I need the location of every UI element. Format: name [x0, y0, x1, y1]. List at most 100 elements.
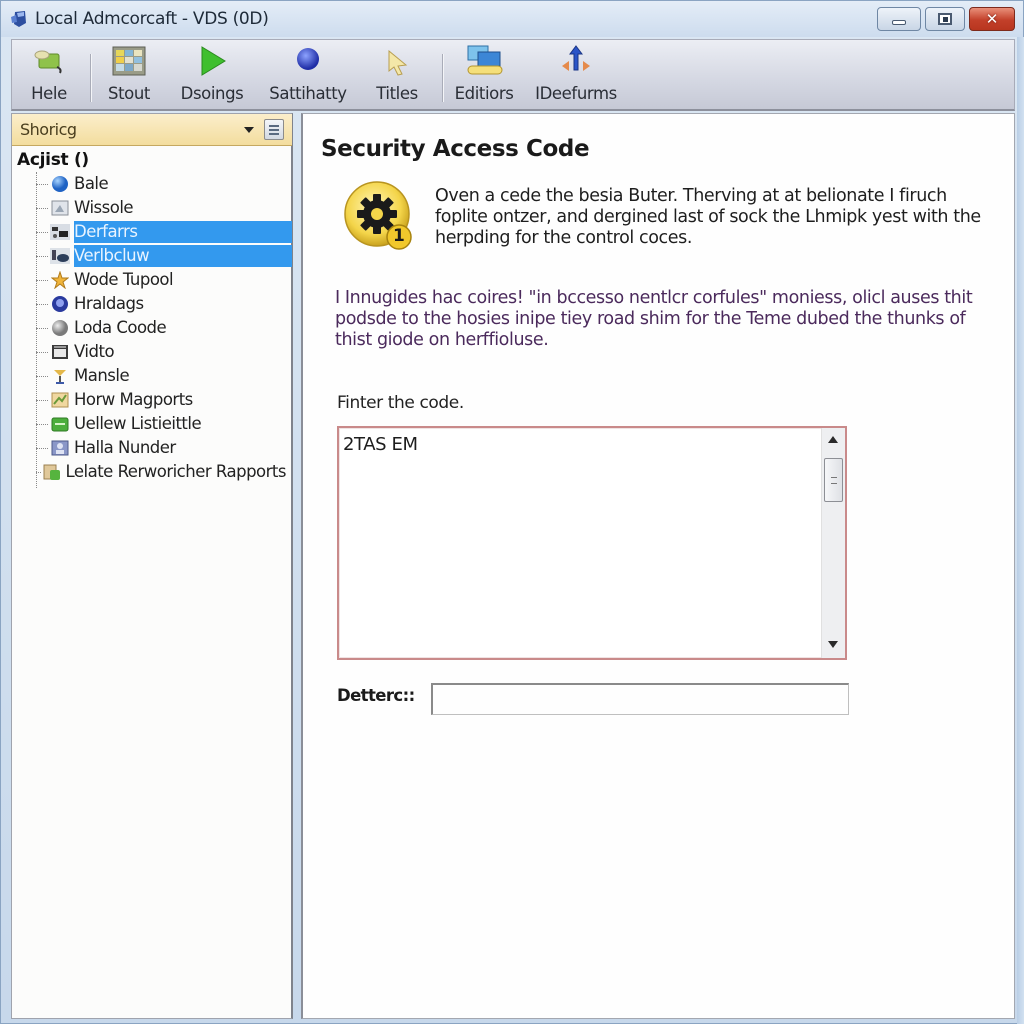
tree-connector [36, 207, 48, 209]
tools-icon [50, 222, 70, 242]
sphere-icon [50, 174, 70, 194]
scrollbar-thumb[interactable] [824, 458, 843, 502]
detect-field-label: Detterc:: [337, 686, 415, 705]
toolbar-label: Stout [108, 84, 150, 103]
toolbar-separator [442, 54, 443, 102]
arrows-icon [556, 44, 596, 78]
code-textarea[interactable]: 2TAS EM [337, 426, 847, 660]
tree-item-label: Wode Tupool [74, 270, 174, 289]
tree-connector [36, 303, 48, 305]
window-icon [50, 198, 70, 218]
detect-input[interactable] [431, 683, 849, 715]
video-icon [50, 342, 70, 362]
camera-icon [50, 246, 70, 266]
title-bar[interactable]: Local Admcorcaft - VDS (0D) ✕ [1, 1, 1023, 37]
tree-item-verlbcluw[interactable]: Verlbcluw [36, 244, 292, 268]
tree-item-horw-magports[interactable]: Horw Magports [36, 388, 292, 412]
tree-item-uellew-listieittle[interactable]: Uellew Listieittle [36, 412, 292, 436]
main-content: Security Access Code 1 Oven a cede the b… [301, 113, 1015, 1019]
tree-item-mansle[interactable]: Mansle [36, 364, 292, 388]
menu-icon-line [269, 132, 279, 135]
toolbar-button-help[interactable]: Hele [24, 44, 74, 108]
grip-line [830, 482, 837, 484]
tree-connector [36, 399, 48, 401]
menu-icon [269, 124, 279, 127]
monitor-icon [464, 44, 504, 78]
minimize-button[interactable] [877, 7, 921, 31]
code-field-label: Finter the code. [337, 393, 464, 413]
tree-item-label: Bale [74, 174, 109, 193]
close-icon: ✕ [985, 10, 999, 28]
tree-connector [36, 351, 48, 353]
play-icon [192, 44, 232, 78]
tree-item-wissole[interactable]: Wissole [36, 196, 292, 220]
globe-icon [288, 44, 328, 78]
gear-badge-icon: 1 [341, 178, 417, 254]
menu-icon-line [269, 128, 279, 131]
user-icon [50, 438, 70, 458]
page-title: Security Access Code [321, 136, 590, 162]
tree-connector [36, 231, 48, 233]
toolbar-label: IDeefurms [535, 84, 617, 103]
tree-item-bale[interactable]: Bale [36, 172, 292, 196]
tree-item-label: Halla Nunder [74, 438, 176, 457]
star-icon [50, 270, 70, 290]
tree-item-label: Derfarrs [74, 221, 292, 243]
tree-item-label: Uellew Listieittle [74, 414, 202, 433]
vertical-scrollbar[interactable] [821, 428, 845, 658]
tree-item-label: Loda Coode [74, 318, 167, 337]
maximize-icon [938, 13, 952, 25]
tree-connector [36, 375, 48, 377]
panel-options-button[interactable] [264, 119, 284, 140]
help-icon [29, 44, 69, 78]
intro-text: Oven a cede the besia Buter. Therving at… [435, 186, 981, 248]
tree-item-derfarrs[interactable]: Derfarrs [36, 220, 292, 244]
tree-connector [36, 183, 48, 185]
tree-item-label: Wissole [74, 198, 134, 217]
tree-connector [36, 279, 48, 281]
grid-icon [109, 44, 149, 78]
tree-root[interactable]: Acjist () [17, 150, 89, 170]
tree-item-loda-coode[interactable]: Loda Coode [36, 316, 292, 340]
tree-item-label: Mansle [74, 366, 130, 385]
tree-item-halla-nunder[interactable]: Halla Nunder [36, 436, 292, 460]
view-dropdown[interactable]: Shoricg [12, 114, 292, 146]
app-window: Local Admcorcaft - VDS (0D) ✕ Hele Stout… [0, 0, 1024, 1024]
tree-connector [36, 327, 48, 329]
dropdown-selected-value: Shoricg [20, 120, 77, 139]
toolbar-label: Dsoings [180, 84, 244, 103]
tree-connector [36, 471, 42, 473]
tree-item-label: Horw Magports [74, 390, 193, 409]
toolbar-button-dsoings[interactable]: Dsoings [180, 44, 244, 108]
tree-item-lelate-rerworicher-rapports[interactable]: Lelate Rerworicher Rapports [36, 460, 292, 484]
chart-icon [50, 390, 70, 410]
scroll-up-icon[interactable] [828, 436, 838, 443]
navigation-panel: Shoricg Acjist () Bale Wissole Derfarrs [11, 113, 293, 1019]
close-button[interactable]: ✕ [969, 7, 1015, 31]
toolbar-label: Editiors [454, 84, 514, 103]
code-value: 2TAS EM [343, 434, 418, 455]
maximize-button[interactable] [925, 7, 965, 31]
toolbar-button-ideefurms[interactable]: IDeefurms [535, 44, 617, 108]
tree-item-hraldags[interactable]: Hraldags [36, 292, 292, 316]
list-icon [50, 414, 70, 434]
window-border [1017, 37, 1024, 1024]
tree-item-vidto[interactable]: Vidto [36, 340, 292, 364]
tree-item-wode-tupool[interactable]: Wode Tupool [36, 268, 292, 292]
toolbar-button-titles[interactable]: Titles [372, 44, 422, 108]
toolbar: Hele Stout Dsoings Sattihatty Titles Edi… [11, 39, 1015, 111]
scroll-down-icon[interactable] [828, 641, 838, 648]
tree-connector [36, 447, 48, 449]
grip-line [830, 476, 837, 478]
chevron-down-icon[interactable] [244, 127, 254, 133]
tree-item-label: Vidto [74, 342, 115, 361]
toolbar-label: Titles [376, 84, 418, 103]
tree-connector [36, 423, 48, 425]
toolbar-separator [90, 54, 91, 102]
disc-icon [50, 318, 70, 338]
toolbar-button-editiors[interactable]: Editiors [452, 44, 516, 108]
toolbar-button-sattihatty[interactable]: Sattihatty [268, 44, 348, 108]
toolbar-button-stout[interactable]: Stout [104, 44, 154, 108]
window-title: Local Admcorcaft - VDS (0D) [35, 9, 269, 29]
notice-text: I Innugides hac coires! "in bccesso nent… [335, 288, 973, 350]
